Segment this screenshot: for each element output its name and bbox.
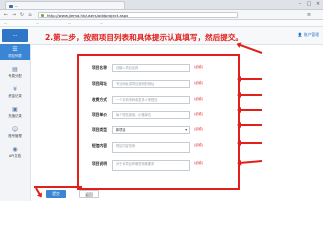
submit-button[interactable]: 提交 (46, 190, 66, 198)
bookmark-item[interactable]: ... (100, 20, 103, 26)
bookmarks-bar: ... ... ... ... (0, 20, 323, 27)
sidebar-item-label: 专属分配 (8, 74, 22, 78)
annotation-arrow (238, 160, 263, 165)
favicon-icon (9, 4, 13, 8)
sidebar: ☰ 项目列表 ▤ 专属分配 ¥ 资金记录 ▣ 充值记录 ☺ 账号管理 ◉ API… (0, 44, 31, 201)
field-label: 项目单价 (91, 112, 107, 117)
project-type-value: 新项目 (116, 127, 126, 132)
home-icon[interactable]: ⌂ (27, 12, 33, 18)
form-row-project-url: 项目网址 专业网址或项目官网的网址 (必填) (82, 79, 232, 88)
field-label: 项目类型 (91, 127, 107, 132)
sidebar-item-label: 账号管理 (8, 134, 22, 138)
required-hint: (必填) (194, 81, 203, 85)
sidebar-item-label: 充值记录 (8, 114, 22, 118)
required-hint: (必填) (194, 65, 203, 69)
sidebar-item-funds[interactable]: ¥ 资金记录 (0, 84, 30, 100)
form-row-description: 项目说明 对于本项目有哪些特殊要求 (必填) (82, 159, 232, 171)
list-icon: ☰ (12, 46, 18, 53)
form-row-project-name: 项目名称 请输入项目名称 (必填) (82, 63, 232, 72)
reload-icon[interactable]: ↻ (19, 12, 25, 18)
annotation-arrow (238, 94, 262, 96)
user-icon: ☺ (11, 126, 19, 133)
account-menu[interactable]: 👤 账户管理 (298, 32, 319, 38)
required-hint: (必填) (194, 127, 203, 131)
address-bar-row: ← → ↻ ⌂ http://www.jiema.hk/users/addpro… (0, 10, 323, 20)
project-url-input[interactable]: 专业网址或项目官网的网址 (112, 79, 190, 88)
sidebar-item-recharge[interactable]: ▣ 充值记录 (0, 104, 30, 120)
browser-tab-bar: ... – □ × (0, 0, 323, 10)
field-label: 短信内容 (91, 143, 107, 148)
minimize-icon[interactable]: – (297, 1, 303, 7)
sms-content-textarea[interactable]: 短信内容范例 (112, 141, 190, 153)
required-hint: (必填) (194, 143, 203, 147)
menu-icon[interactable]: ≡ (306, 12, 312, 18)
annotation-arrow-line (34, 186, 82, 188)
instruction-annotation: 2.第二步，按照项目列表和具体提示认真填写，然后提交。 (45, 33, 244, 42)
annotation-arrow (35, 187, 42, 198)
url-text: http://www.jiema.hk/users/addproject.asp… (47, 12, 129, 18)
sidebar-item-project-list[interactable]: ☰ 项目列表 (0, 44, 30, 60)
site-icon (41, 13, 44, 17)
annotation-arrow (238, 109, 262, 111)
back-arrow-icon[interactable]: ← (3, 12, 9, 18)
bookmark-item[interactable]: ... (4, 20, 7, 26)
sidebar-item-api[interactable]: ◉ API文档 (0, 144, 30, 160)
tag-icon: ▤ (12, 66, 18, 73)
back-button[interactable]: 返回 (79, 190, 99, 198)
account-menu-label: 账户管理 (303, 32, 319, 37)
unit-price-input[interactable]: 每个短信费用，价格单位 (112, 110, 190, 119)
chevron-down-icon: ▾ (185, 127, 187, 132)
required-hint: (必填) (194, 97, 203, 101)
required-hint: (必填) (194, 161, 203, 165)
form-row-sms-content: 短信内容 短信内容范例 (必填) (82, 141, 232, 153)
sidebar-item-account[interactable]: ☺ 账号管理 (0, 124, 30, 140)
field-label: 收费方式 (91, 97, 107, 102)
recharge-icon: ▣ (12, 106, 18, 113)
bookmark-item[interactable]: ... (36, 20, 39, 26)
field-label: 项目名称 (91, 65, 107, 70)
description-textarea[interactable]: 对于本项目有哪些特殊要求 (112, 159, 190, 171)
charge-method-input[interactable]: 一个手机号码收发多少条短信 (112, 95, 190, 104)
project-type-select[interactable]: 新项目 ▾ (112, 125, 190, 134)
form-row-unit-price: 项目单价 每个短信费用，价格单位 (必填) (82, 110, 232, 119)
back-button-label: 返回 (85, 192, 93, 197)
doc-icon: ◉ (12, 146, 18, 153)
required-hint: (必填) (194, 112, 203, 116)
browser-tab[interactable]: ... (5, 1, 125, 9)
form-row-project-type: 项目类型 新项目 ▾ (必填) (82, 125, 232, 134)
maximize-icon[interactable]: □ (306, 1, 312, 7)
submit-button-label: 提交 (52, 191, 60, 196)
form-row-charge-method: 收费方式 一个手机号码收发多少条短信 (必填) (82, 95, 232, 104)
bookmark-item[interactable]: ... (68, 20, 71, 26)
annotation-arrow (238, 142, 262, 144)
annotation-arrow (238, 124, 262, 126)
logo-text: ... (12, 33, 18, 37)
sidebar-item-exclusive[interactable]: ▤ 专属分配 (0, 64, 30, 80)
project-name-input[interactable]: 请输入项目名称 (112, 63, 190, 72)
sidebar-item-label: API文档 (8, 154, 22, 158)
sidebar-item-label: 资金记录 (8, 94, 22, 98)
field-label: 项目网址 (91, 81, 107, 86)
annotation-arrow (238, 78, 262, 80)
browser-tab-title: ... (15, 4, 19, 8)
close-icon[interactable]: × (315, 1, 321, 7)
forward-arrow-icon[interactable]: → (11, 12, 17, 18)
url-input[interactable]: http://www.jiema.hk/users/addproject.asp… (38, 11, 238, 18)
logo[interactable]: ... (2, 29, 28, 42)
money-icon: ¥ (13, 86, 17, 93)
field-label: 项目说明 (91, 161, 107, 166)
sidebar-item-label: 项目列表 (8, 54, 22, 58)
